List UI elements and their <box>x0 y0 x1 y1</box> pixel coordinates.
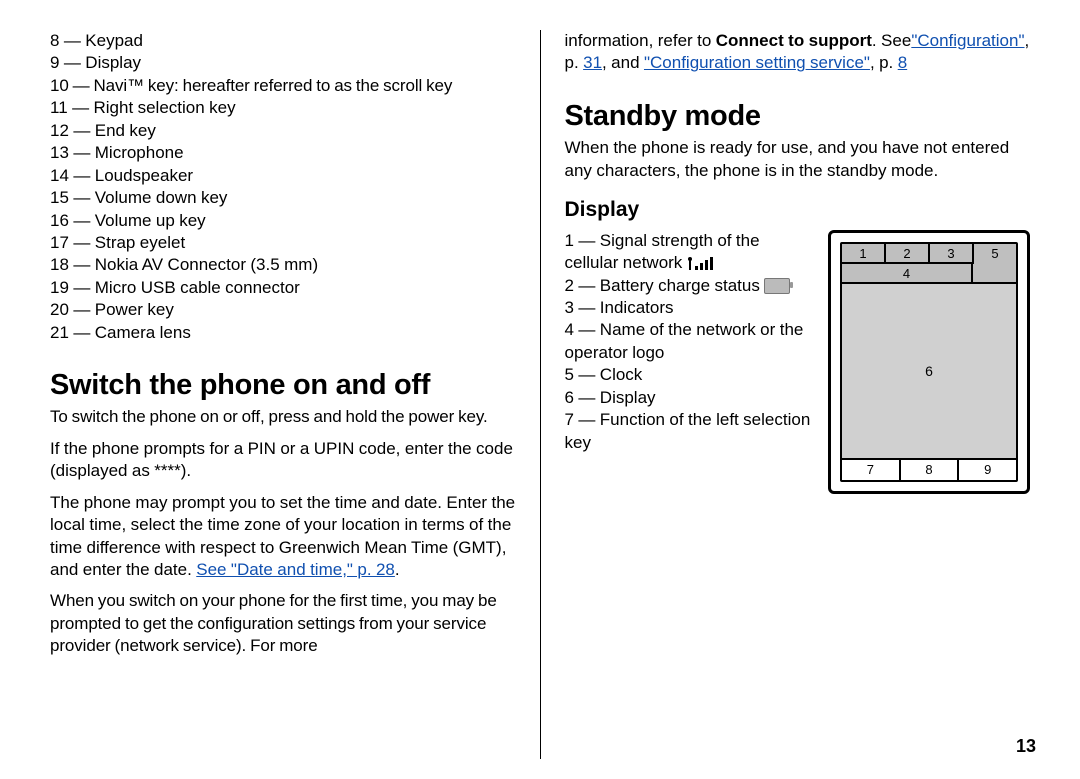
text-run: . See <box>872 31 911 50</box>
diagram-mid: 6 <box>842 284 1016 458</box>
diagram-cell: 2 <box>886 244 930 264</box>
list-item: 19 — Micro USB cable connector <box>50 277 516 299</box>
body-text: To switch the phone on or off, press and… <box>50 406 516 428</box>
subsection-heading: Display <box>565 196 1031 224</box>
right-column: information, refer to Connect to support… <box>541 30 1031 759</box>
body-text: The phone may prompt you to set the time… <box>50 492 516 582</box>
cross-ref-link[interactable]: "Configuration" <box>911 31 1024 50</box>
list-item: 10 — Navi™ key: hereafter referred to as… <box>50 75 516 97</box>
cross-ref-link[interactable]: "Configuration setting service" <box>644 53 870 72</box>
list-item: 15 — Volume down key <box>50 187 516 209</box>
body-text: When you switch on your phone for the fi… <box>50 590 516 657</box>
list-item: 18 — Nokia AV Connector (3.5 mm) <box>50 254 516 276</box>
text-run: , p. <box>870 53 898 72</box>
diagram-cell: 3 <box>930 244 974 264</box>
text-run: information, refer to <box>565 31 716 50</box>
diagram-top-row: 1 2 3 5 <box>842 244 1016 264</box>
battery-icon <box>764 278 790 294</box>
two-column-layout: 8 — Keypad 9 — Display 10 — Navi™ key: h… <box>50 30 1030 759</box>
diagram-cell: 8 <box>901 460 960 480</box>
list-item: 14 — Loudspeaker <box>50 165 516 187</box>
list-item: 21 — Camera lens <box>50 322 516 344</box>
body-text: When the phone is ready for use, and you… <box>565 137 1031 182</box>
text-run: . <box>395 560 400 579</box>
diagram-cell <box>973 264 1016 284</box>
list-item: 13 — Microphone <box>50 142 516 164</box>
bold-run: Connect to support <box>716 31 872 50</box>
diagram-screen: 1 2 3 5 4 6 7 <box>840 242 1018 482</box>
diagram-bottom-row: 7 8 9 <box>842 458 1016 480</box>
section-heading: Switch the phone on and off <box>50 366 516 404</box>
list-item: 9 — Display <box>50 52 516 74</box>
page-ref-link[interactable]: 31 <box>583 53 602 72</box>
diagram-cell: 7 <box>842 460 901 480</box>
diagram-row2: 4 <box>842 264 1016 284</box>
list-item: 11 — Right selection key <box>50 97 516 119</box>
list-item: 17 — Strap eyelet <box>50 232 516 254</box>
left-column: 8 — Keypad 9 — Display 10 — Navi™ key: h… <box>50 30 540 759</box>
signal-icon <box>687 256 713 272</box>
cross-ref-link[interactable]: See "Date and time," p. 28 <box>196 560 395 579</box>
section-heading: Standby mode <box>565 97 1031 135</box>
text-run: 1 — Signal strength of the cellular netw… <box>565 231 760 272</box>
list-item: 12 — End key <box>50 120 516 142</box>
list-item: 16 — Volume up key <box>50 210 516 232</box>
text-run: 2 — Battery charge status <box>565 276 765 295</box>
diagram-frame: 1 2 3 5 4 6 7 <box>828 230 1030 494</box>
manual-page: 8 — Keypad 9 — Display 10 — Navi™ key: h… <box>0 0 1080 779</box>
phone-display-diagram: 1 2 3 5 4 6 7 <box>828 230 1030 494</box>
parts-list: 8 — Keypad 9 — Display 10 — Navi™ key: h… <box>50 30 516 344</box>
body-text: information, refer to Connect to support… <box>565 30 1031 75</box>
page-ref-link[interactable]: 8 <box>898 53 907 72</box>
page-number: 13 <box>1016 736 1036 757</box>
diagram-cell: 5 <box>974 244 1016 264</box>
diagram-cell: 1 <box>842 244 886 264</box>
body-text: If the phone prompts for a PIN or a UPIN… <box>50 438 516 483</box>
text-run: , and <box>602 53 644 72</box>
diagram-cell: 4 <box>842 264 973 284</box>
diagram-label: 6 <box>925 362 933 380</box>
diagram-cell: 9 <box>959 460 1016 480</box>
list-item: 20 — Power key <box>50 299 516 321</box>
list-item: 8 — Keypad <box>50 30 516 52</box>
